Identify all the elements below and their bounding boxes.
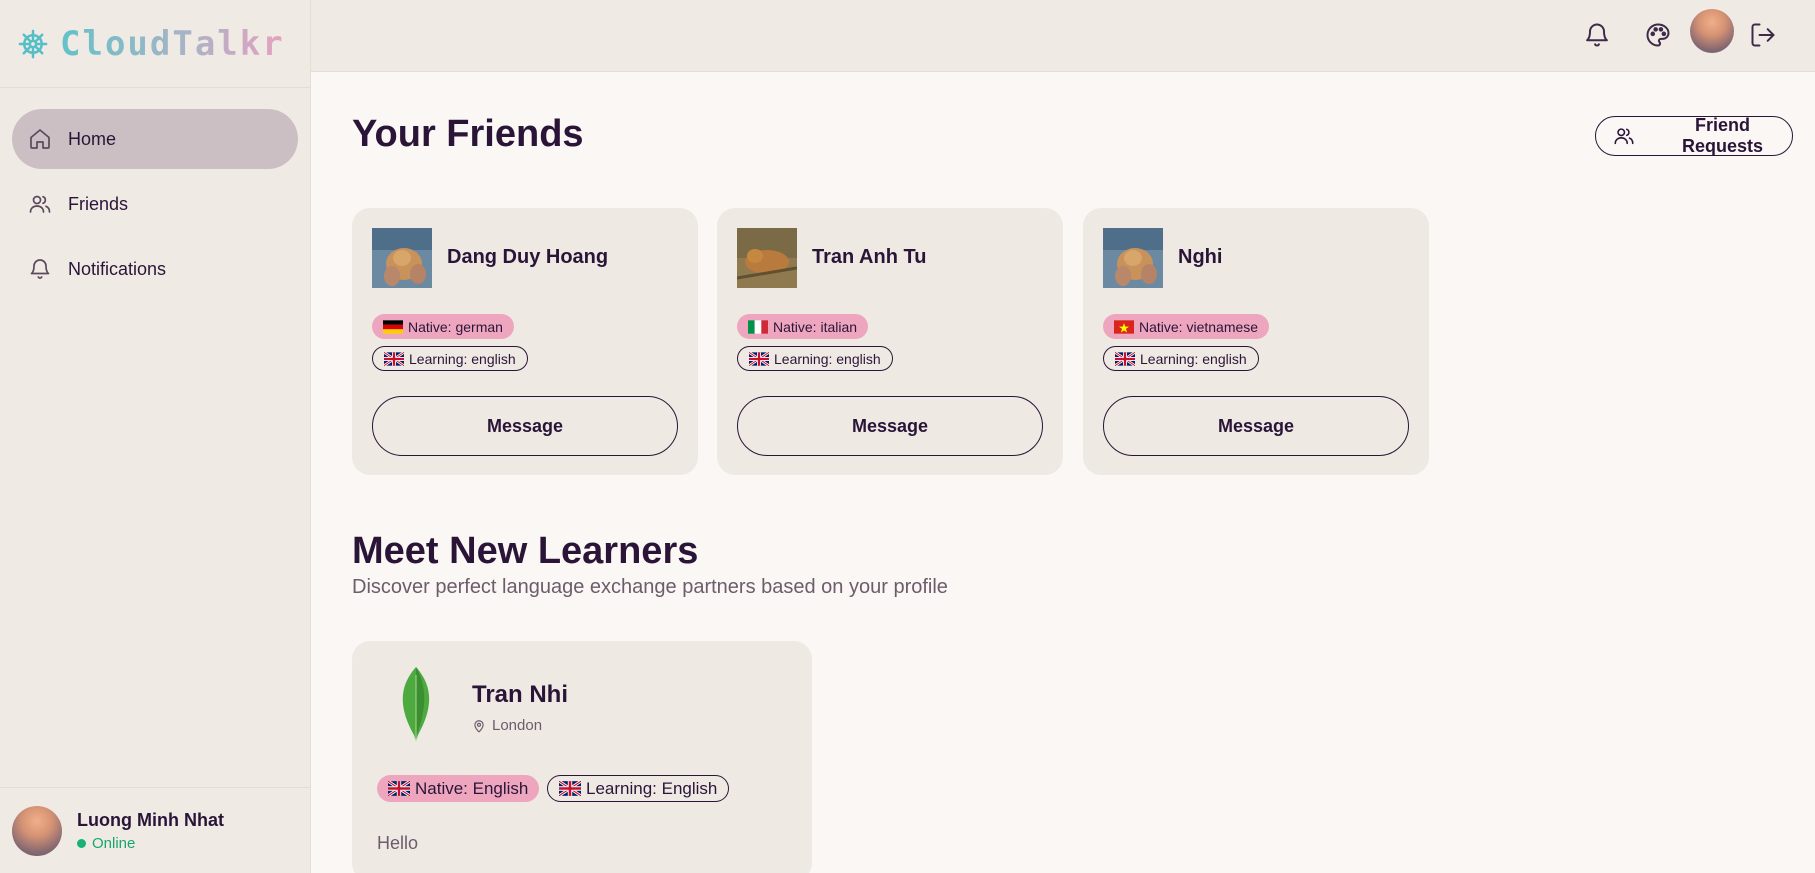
native-language-label: Native: vietnamese: [1139, 318, 1259, 335]
learner-bio: Hello: [377, 833, 419, 853]
learning-language-badge: Learning: english: [372, 346, 528, 371]
message-button[interactable]: Message: [372, 396, 678, 456]
home-icon: [28, 127, 52, 151]
uk-flag-icon: [749, 351, 769, 366]
ship-wheel-icon: [18, 29, 48, 58]
bell-icon[interactable]: [1579, 17, 1615, 53]
sidebar-item-label: Friends: [68, 193, 129, 214]
native-language-badge: Native: italian: [737, 314, 869, 339]
users-icon: [28, 192, 52, 216]
brand[interactable]: CloudTalkr: [0, 0, 310, 88]
uk-flag-icon: [559, 781, 581, 796]
status-label: Online: [92, 834, 136, 852]
sidebar-nav: Home Friends Notifications: [0, 88, 310, 299]
learning-language-label: Learning: english: [774, 350, 881, 367]
online-dot-icon: [77, 838, 86, 848]
friend-requests-button[interactable]: Friend Requests: [1595, 115, 1793, 156]
message-button[interactable]: Message: [737, 396, 1043, 456]
italy-flag-icon: [748, 319, 768, 334]
native-language-badge: Native: English: [377, 775, 540, 802]
page-title: Your Friends: [352, 113, 584, 155]
friend-requests-label: Friend Requests: [1681, 115, 1764, 156]
uk-flag-icon: [1115, 351, 1135, 366]
native-language-badge: Native: german: [372, 314, 514, 339]
leaf-avatar-icon: [402, 667, 430, 741]
avatar[interactable]: [1690, 9, 1734, 53]
learner-name: Tran Nhi: [472, 681, 569, 708]
palette-icon[interactable]: [1640, 17, 1676, 53]
friend-card: Tran Anh Tu Native: italian Learning: en…: [717, 208, 1063, 475]
native-language-label: Native: german: [408, 318, 503, 335]
learner-location: London: [472, 717, 542, 734]
learner-card: Tran Nhi London Native: English Learning…: [352, 641, 812, 873]
logout-icon[interactable]: [1745, 17, 1781, 53]
friend-card: Dang Duy Hoang Native: german Learning: …: [352, 208, 698, 475]
sidebar-item-notifications[interactable]: Notifications: [12, 239, 298, 299]
message-button[interactable]: Message: [1103, 396, 1409, 456]
learning-language-label: Learning: english: [409, 350, 516, 367]
sidebar-item-label: Notifications: [68, 258, 167, 279]
native-language-badge: Native: vietnamese: [1103, 314, 1270, 339]
vietnam-flag-icon: [1114, 319, 1134, 334]
learning-language-label: Learning: English: [586, 778, 718, 798]
friend-name: Dang Duy Hoang: [447, 246, 609, 268]
section-subtitle: Discover perfect language exchange partn…: [352, 576, 948, 598]
learning-language-badge: Learning: English: [547, 775, 730, 802]
bell-icon: [28, 257, 52, 281]
section-title: Meet New Learners: [352, 530, 699, 572]
online-status: Online: [77, 835, 224, 852]
learning-language-label: Learning: english: [1140, 350, 1247, 367]
uk-flag-icon: [384, 351, 404, 366]
sidebar-item-friends[interactable]: Friends: [12, 174, 298, 234]
friend-photo-dog: [1103, 228, 1163, 288]
learning-language-badge: Learning: english: [737, 346, 893, 371]
friend-name: Tran Anh Tu: [812, 246, 927, 268]
uk-flag-icon: [388, 781, 410, 796]
friend-photo-dog: [737, 228, 797, 288]
germany-flag-icon: [383, 319, 403, 334]
friend-card: Nghi Native: vietnamese Learning: englis…: [1083, 208, 1429, 475]
user-name: Luong Minh Nhat: [77, 809, 224, 830]
sidebar-item-label: Home: [68, 128, 117, 149]
current-user[interactable]: Luong Minh Nhat Online: [0, 787, 310, 873]
avatar: [12, 805, 62, 856]
sidebar-item-home[interactable]: Home: [12, 109, 298, 169]
sidebar: CloudTalkr Home Friends Notifications Lu…: [0, 0, 311, 873]
learning-language-badge: Learning: english: [1103, 346, 1259, 371]
native-language-label: Native: italian: [773, 318, 858, 335]
friend-photo-dog: [372, 228, 432, 288]
users-icon: [1613, 125, 1635, 147]
topbar: [311, 0, 1815, 72]
brand-name: CloudTalkr: [60, 23, 285, 64]
location-label: London: [492, 717, 543, 734]
map-pin-icon: [472, 718, 486, 734]
friend-name: Nghi: [1178, 246, 1223, 268]
native-language-label: Native: English: [415, 778, 529, 798]
